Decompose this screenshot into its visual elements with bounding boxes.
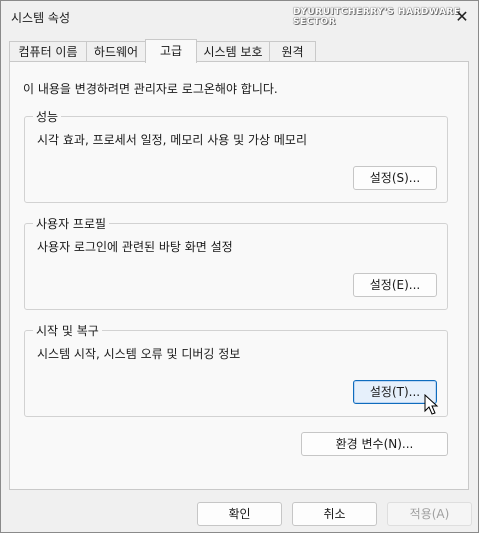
tab-hardware[interactable]: 하드웨어 — [86, 41, 146, 61]
system-properties-window: 시스템 속성 DYURUITCHERRY'S HARDWARE SECTOR ✕… — [0, 0, 479, 533]
tab-strip: 컴퓨터 이름 하드웨어 고급 시스템 보호 원격 — [9, 39, 469, 63]
performance-desc: 시각 효과, 프로세서 일정, 메모리 사용 및 가상 메모리 — [37, 133, 307, 147]
ok-button[interactable]: 확인 — [197, 502, 282, 526]
tab-remote[interactable]: 원격 — [269, 41, 316, 61]
performance-settings-button[interactable]: 설정(S)... — [353, 166, 437, 190]
user-profile-desc: 사용자 로그인에 관련된 바탕 화면 설정 — [37, 240, 233, 254]
tab-system-protection[interactable]: 시스템 보호 — [196, 41, 270, 61]
admin-notice: 이 내용을 변경하려면 관리자로 로그온해야 합니다. — [23, 82, 278, 96]
cancel-button[interactable]: 취소 — [292, 502, 377, 526]
user-profile-group: 사용자 프로필 사용자 로그인에 관련된 바탕 화면 설정 설정(E)... — [24, 215, 448, 310]
environment-variables-button[interactable]: 환경 변수(N)... — [301, 432, 448, 456]
user-profile-settings-button[interactable]: 설정(E)... — [353, 273, 437, 297]
tab-computer-name[interactable]: 컴퓨터 이름 — [9, 41, 87, 61]
performance-group: 성능 시각 효과, 프로세서 일정, 메모리 사용 및 가상 메모리 설정(S)… — [24, 108, 448, 203]
startup-recovery-title: 시작 및 복구 — [33, 322, 102, 339]
window-title: 시스템 속성 — [11, 11, 71, 25]
performance-title: 성능 — [33, 108, 62, 125]
apply-button[interactable]: 적용(A) — [387, 502, 472, 526]
title-bar: 시스템 속성 DYURUITCHERRY'S HARDWARE SECTOR ✕ — [1, 1, 478, 33]
close-icon[interactable]: ✕ — [449, 5, 475, 29]
startup-recovery-desc: 시스템 시작, 시스템 오류 및 디버깅 정보 — [37, 347, 241, 361]
startup-recovery-group: 시작 및 복구 시스템 시작, 시스템 오류 및 디버깅 정보 설정(T)... — [24, 322, 448, 417]
tab-advanced[interactable]: 고급 — [145, 39, 197, 63]
user-profile-title: 사용자 프로필 — [33, 215, 110, 232]
mouse-pointer-icon — [424, 394, 439, 415]
